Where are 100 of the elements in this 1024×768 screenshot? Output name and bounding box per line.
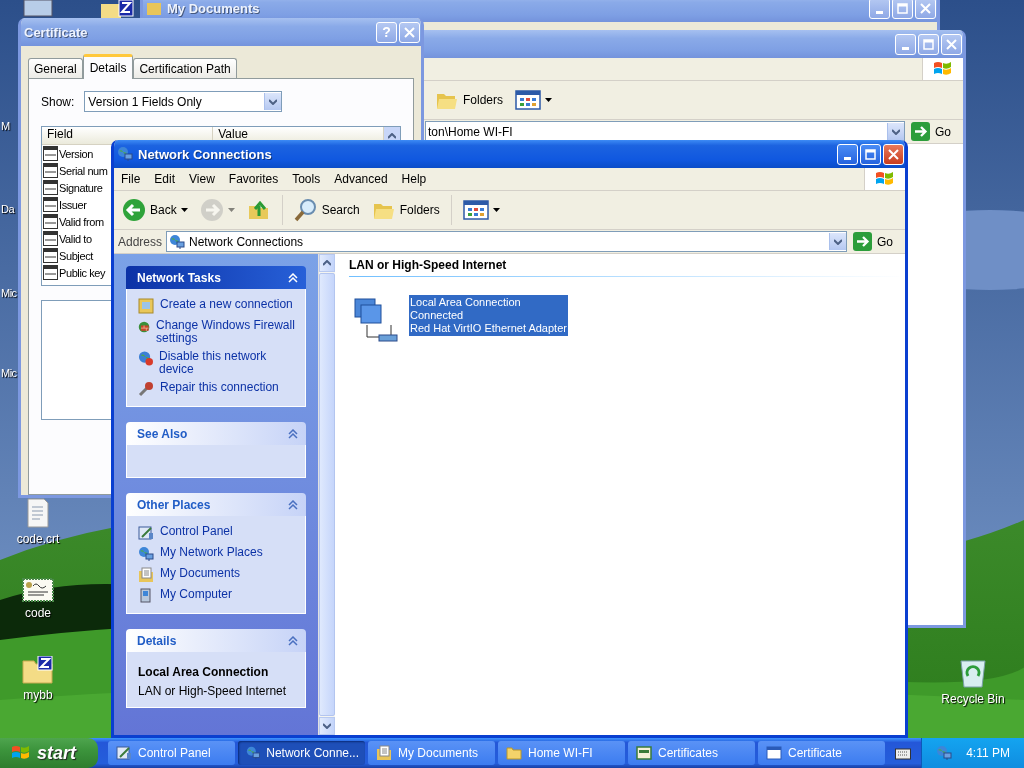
menu-item[interactable]: View (182, 172, 222, 186)
caret-icon (545, 98, 552, 102)
minimize-icon (876, 10, 883, 14)
menu-item[interactable]: Help (394, 172, 434, 186)
maximize-icon (897, 2, 908, 14)
scrollbar-thumb[interactable] (319, 273, 335, 716)
menu-item[interactable]: File (114, 172, 148, 186)
desktop-icon-label[interactable]: mybb (23, 688, 53, 702)
task-link[interactable]: Change Windows Firewall settings (156, 319, 295, 345)
field-name[interactable]: Signature (59, 181, 103, 194)
caret-icon (892, 128, 900, 135)
back-button[interactable]: Back (118, 196, 192, 224)
task-link[interactable]: My Computer (160, 588, 233, 601)
menu-item[interactable]: Favorites (221, 172, 286, 186)
window-title: My Documents (167, 0, 261, 16)
task-link[interactable]: Control Panel (160, 525, 233, 538)
field-name[interactable]: Public key (59, 266, 106, 279)
close-icon (920, 2, 931, 14)
clock: 4:11 PM (966, 746, 1010, 760)
go-button[interactable]: Go (851, 232, 901, 251)
network-icon (936, 745, 953, 761)
network-icon (169, 233, 186, 250)
close-button[interactable] (399, 21, 420, 43)
desktop-icon-label: Mic (1, 287, 17, 299)
panel-header[interactable]: Network Tasks (126, 266, 306, 289)
document-icon (26, 498, 50, 528)
caret-icon (492, 208, 500, 212)
details-text: LAN or High-Speed Internet (138, 684, 288, 698)
task-link[interactable]: Create a new connection (160, 298, 293, 311)
start-button[interactable]: start (0, 738, 98, 768)
desktop-icon-label: M (1, 120, 10, 132)
collapse-chevron-icon (288, 272, 298, 283)
computer-icon (138, 588, 154, 604)
task-link[interactable]: Disable this network device (158, 350, 295, 376)
search-icon (293, 198, 318, 222)
minimize-icon (844, 156, 851, 160)
tab[interactable]: General (28, 58, 83, 78)
connection-item[interactable]: Local Area Connection Connected Red Hat VirtIO Ethernet Adapter (409, 295, 568, 336)
go-button[interactable]: Go (909, 122, 959, 141)
taskbar-button[interactable]: Network Conne... (238, 741, 365, 765)
scroll-up-button[interactable] (319, 254, 335, 272)
menu-item[interactable]: Edit (147, 172, 183, 186)
firewall-icon (138, 319, 151, 335)
network-globe-icon (138, 350, 153, 366)
close-button[interactable] (941, 33, 962, 55)
task-link[interactable]: My Documents (160, 567, 241, 580)
close-icon (888, 148, 899, 160)
task-link[interactable]: Repair this connection (160, 381, 279, 394)
field-name[interactable]: Serial num (59, 164, 108, 177)
go-arrow-icon (911, 122, 930, 141)
collapse-chevron-icon (288, 499, 298, 510)
folders-button[interactable]: Folders (367, 197, 444, 223)
caret-icon (834, 238, 842, 245)
tab[interactable]: Details (82, 54, 134, 79)
address-field[interactable]: ton\Home WI-FI (425, 121, 905, 142)
field-name[interactable]: Version (59, 147, 93, 160)
scroll-up-icon (323, 260, 331, 266)
panel-header[interactable]: Other Places (126, 493, 306, 516)
field-name[interactable]: Valid from (59, 215, 104, 228)
close-icon (404, 26, 415, 38)
maximize-button[interactable] (860, 143, 881, 165)
documents-icon (138, 567, 154, 583)
close-button[interactable] (883, 143, 904, 165)
desktop-icon-label[interactable]: code.crt (16, 532, 60, 546)
window-title: Network Connections (138, 146, 273, 162)
network-icon (138, 546, 154, 562)
field-name[interactable]: Valid to (59, 232, 92, 245)
minimize-button[interactable] (837, 143, 858, 165)
close-button[interactable] (915, 0, 936, 19)
folders-button[interactable]: Folders (431, 87, 507, 113)
keyboard-icon[interactable] (895, 746, 912, 760)
new-connection-icon (138, 298, 154, 314)
minimize-button[interactable] (895, 33, 916, 55)
maximize-button[interactable] (892, 0, 913, 19)
maximize-button[interactable] (918, 33, 939, 55)
search-button[interactable]: Search (289, 196, 364, 224)
collapse-chevron-icon (288, 635, 298, 646)
zipped-folder-icon (22, 656, 54, 684)
close-icon (946, 38, 957, 50)
menu-item[interactable]: Tools (285, 172, 328, 186)
scroll-down-button[interactable] (319, 717, 335, 735)
panel-header[interactable]: See Also (126, 422, 306, 445)
desktop-icon-label[interactable]: code (25, 606, 51, 620)
show-dropdown[interactable]: Version 1 Fields Only (84, 91, 283, 112)
caret-icon (323, 723, 331, 729)
field-name[interactable]: Subject (59, 249, 93, 262)
control-panel-icon (138, 525, 154, 541)
task-link[interactable]: My Network Places (160, 546, 263, 559)
caret-icon (269, 98, 278, 105)
wrench-icon (138, 381, 154, 397)
certificates-icon (636, 745, 652, 761)
details-heading: Local Area Connection (138, 665, 270, 679)
tab[interactable]: Certification Path (133, 58, 237, 78)
minimize-button[interactable] (869, 0, 890, 19)
menu-item[interactable]: Advanced (327, 172, 395, 186)
address-field[interactable]: Network Connections (166, 231, 847, 252)
network-icon (117, 146, 133, 162)
panel-header[interactable]: Details (126, 629, 306, 652)
network-icon (246, 745, 261, 761)
field-name[interactable]: Issuer (59, 198, 87, 211)
